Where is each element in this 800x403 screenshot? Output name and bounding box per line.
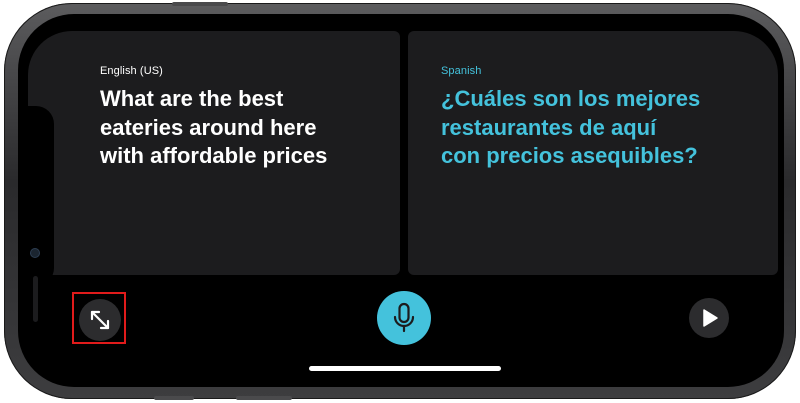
speaker-grille xyxy=(33,276,38,322)
play-button[interactable] xyxy=(689,298,729,338)
target-language-label: Spanish xyxy=(441,65,482,77)
translated-phrase-text: ¿Cuáles son los mejores restaurantes de … xyxy=(441,86,701,168)
screen: English (US) What are the best eateries … xyxy=(18,14,784,387)
source-language-panel[interactable]: English (US) What are the best eateries … xyxy=(28,31,400,275)
source-language-label: English (US) xyxy=(100,65,163,77)
target-language-panel[interactable]: Spanish ¿Cuáles son los mejores restaura… xyxy=(408,31,778,275)
highlight-box xyxy=(72,292,126,344)
phone-side-button xyxy=(172,2,228,6)
microphone-button[interactable] xyxy=(377,291,431,345)
source-phrase-text: What are the best eateries around here w… xyxy=(100,86,328,168)
microphone-icon xyxy=(393,302,415,333)
phone-volume-button-2 xyxy=(154,396,194,400)
home-indicator[interactable] xyxy=(309,366,501,371)
phone-volume-button-1 xyxy=(236,396,292,400)
sensor-notch xyxy=(18,106,54,322)
front-camera xyxy=(31,249,39,257)
play-icon xyxy=(703,309,718,327)
phone-frame: English (US) What are the best eateries … xyxy=(4,2,796,400)
